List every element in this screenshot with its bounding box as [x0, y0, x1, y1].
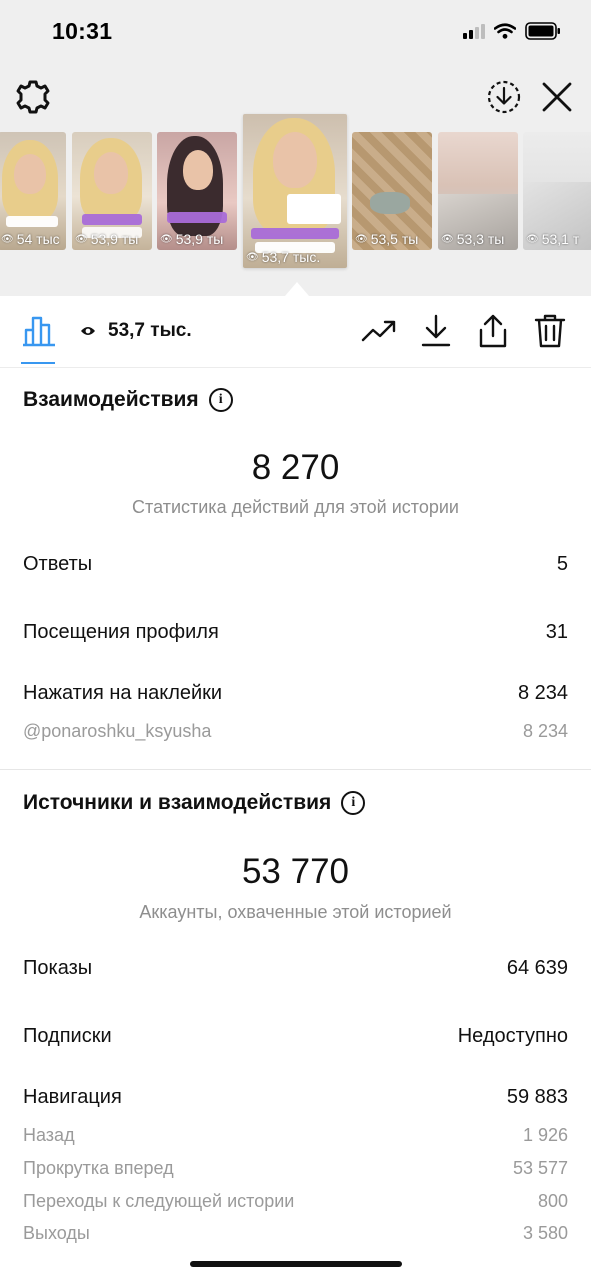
story-thumbnail[interactable]: 👁 53,9 ты: [72, 132, 152, 250]
stat-row: Навигация 59 883: [23, 1086, 568, 1109]
thumbnail-views: 👁 53,7 тыс.: [246, 249, 321, 265]
views-indicator: 53,7 тыс.: [80, 320, 192, 342]
close-icon[interactable]: [538, 78, 576, 116]
stat-value: 8 234: [517, 682, 568, 704]
stat-label: Навигация: [23, 1086, 122, 1108]
stat-label: Выходы: [23, 1223, 90, 1243]
stat-value: 64 639: [506, 957, 568, 979]
trend-icon[interactable]: [360, 312, 398, 350]
thumbnail-views: 👁 53,9 ты: [160, 231, 224, 247]
download-icon[interactable]: [417, 312, 455, 350]
stat-label: Подписки: [23, 1025, 112, 1047]
views-count: 53,7 тыс.: [108, 320, 192, 341]
info-icon[interactable]: i: [341, 791, 366, 815]
circle-download-icon[interactable]: [485, 78, 523, 116]
stat-row: Подписки Недоступно: [23, 1025, 568, 1048]
stat-subrow: Прокрутка вперед 53 577: [23, 1158, 568, 1179]
home-indicator[interactable]: [190, 1261, 402, 1267]
gear-icon[interactable]: [14, 78, 52, 116]
thumbnail-views: 👁 53,3 ты: [441, 231, 505, 247]
stat-subrow: Переходы к следующей истории 800: [23, 1191, 568, 1212]
stat-label: Нажатия на наклейки: [23, 682, 223, 704]
status-icons: [463, 22, 561, 40]
signal-icon: [463, 23, 485, 39]
share-icon[interactable]: [474, 312, 512, 350]
stat-row: Ответы 5: [23, 553, 568, 576]
status-time: 10:31: [52, 18, 113, 44]
eye-icon: [81, 327, 95, 335]
trash-icon[interactable]: [531, 312, 569, 350]
stat-value: 53 577: [512, 1158, 568, 1178]
interactions-title-text: Взаимодействия: [23, 388, 199, 411]
current-story-pointer: [285, 282, 309, 296]
status-bar: 10:31: [0, 0, 591, 64]
stat-label: Посещения профиля: [23, 621, 219, 643]
section-divider: [0, 769, 591, 770]
stat-value: 31: [545, 621, 568, 643]
story-thumbnail-current[interactable]: 👁 53,7 тыс.: [243, 114, 347, 268]
discovery-caption: Аккаунты, охваченные этой историей: [139, 902, 452, 922]
stat-value: 1 926: [522, 1125, 568, 1145]
story-thumbnail[interactable]: 👁 53,3 ты: [438, 132, 518, 250]
stat-subrow: Назад 1 926: [23, 1125, 568, 1146]
stat-value: 3 580: [522, 1223, 568, 1243]
stat-value: Недоступно: [457, 1025, 568, 1047]
bar-chart-icon[interactable]: [21, 312, 57, 348]
story-thumbnail[interactable]: 👁 53,1 т: [523, 132, 591, 250]
story-thumbnail[interactable]: 👁 53,5 ты: [352, 132, 432, 250]
thumbnail-views: 👁 53,5 ты: [355, 231, 419, 247]
info-icon[interactable]: i: [208, 388, 233, 412]
stat-label: Прокрутка вперед: [23, 1158, 174, 1178]
stat-label: Переходы к следующей истории: [23, 1191, 295, 1211]
story-action-bar: 53,7 тыс.: [0, 296, 591, 368]
active-tab-underline: [21, 362, 55, 364]
stat-row: Посещения профиля 31: [23, 621, 568, 644]
stat-label: Показы: [23, 957, 93, 979]
discovery-title: Источники и взаимодействия i: [23, 791, 366, 815]
stat-subrow: @ponaroshku_ksyusha 8 234: [23, 721, 568, 742]
stat-value: 5: [556, 553, 568, 575]
stat-row: Показы 64 639: [23, 957, 568, 980]
interactions-title: Взаимодействия i: [23, 388, 233, 412]
sticker-mention-label: @ponaroshku_ksyusha: [23, 721, 212, 741]
stat-value: 59 883: [506, 1086, 568, 1108]
story-thumbnails: 👁 54 тыс 👁 53,9 ты 👁 53,9 ты 👁 53,7 тыс. 👁 53…: [0, 114, 591, 274]
thumbnail-views: 👁 53,9 ты: [75, 231, 139, 247]
interactions-total: 8 270: [251, 448, 340, 487]
thumbnail-views: 👁 53,1 т: [526, 231, 580, 247]
wifi-icon: [494, 23, 516, 39]
stat-label: Назад: [23, 1125, 75, 1145]
stat-value: 800: [537, 1191, 568, 1211]
story-thumbnail[interactable]: 👁 53,9 ты: [157, 132, 237, 250]
discovery-total: 53 770: [241, 852, 350, 891]
discovery-title-text: Источники и взаимодействия: [23, 791, 332, 814]
thumbnail-views: 👁 54 тыс: [1, 231, 60, 247]
stat-row: Нажатия на наклейки 8 234: [23, 682, 568, 705]
stat-value: 8 234: [522, 721, 568, 741]
story-thumbnail[interactable]: 👁 54 тыс: [0, 132, 66, 250]
stat-subrow: Выходы 3 580: [23, 1223, 568, 1244]
battery-icon: [525, 22, 560, 40]
stat-label: Ответы: [23, 553, 93, 575]
interactions-caption: Статистика действий для этой истории: [132, 497, 459, 517]
